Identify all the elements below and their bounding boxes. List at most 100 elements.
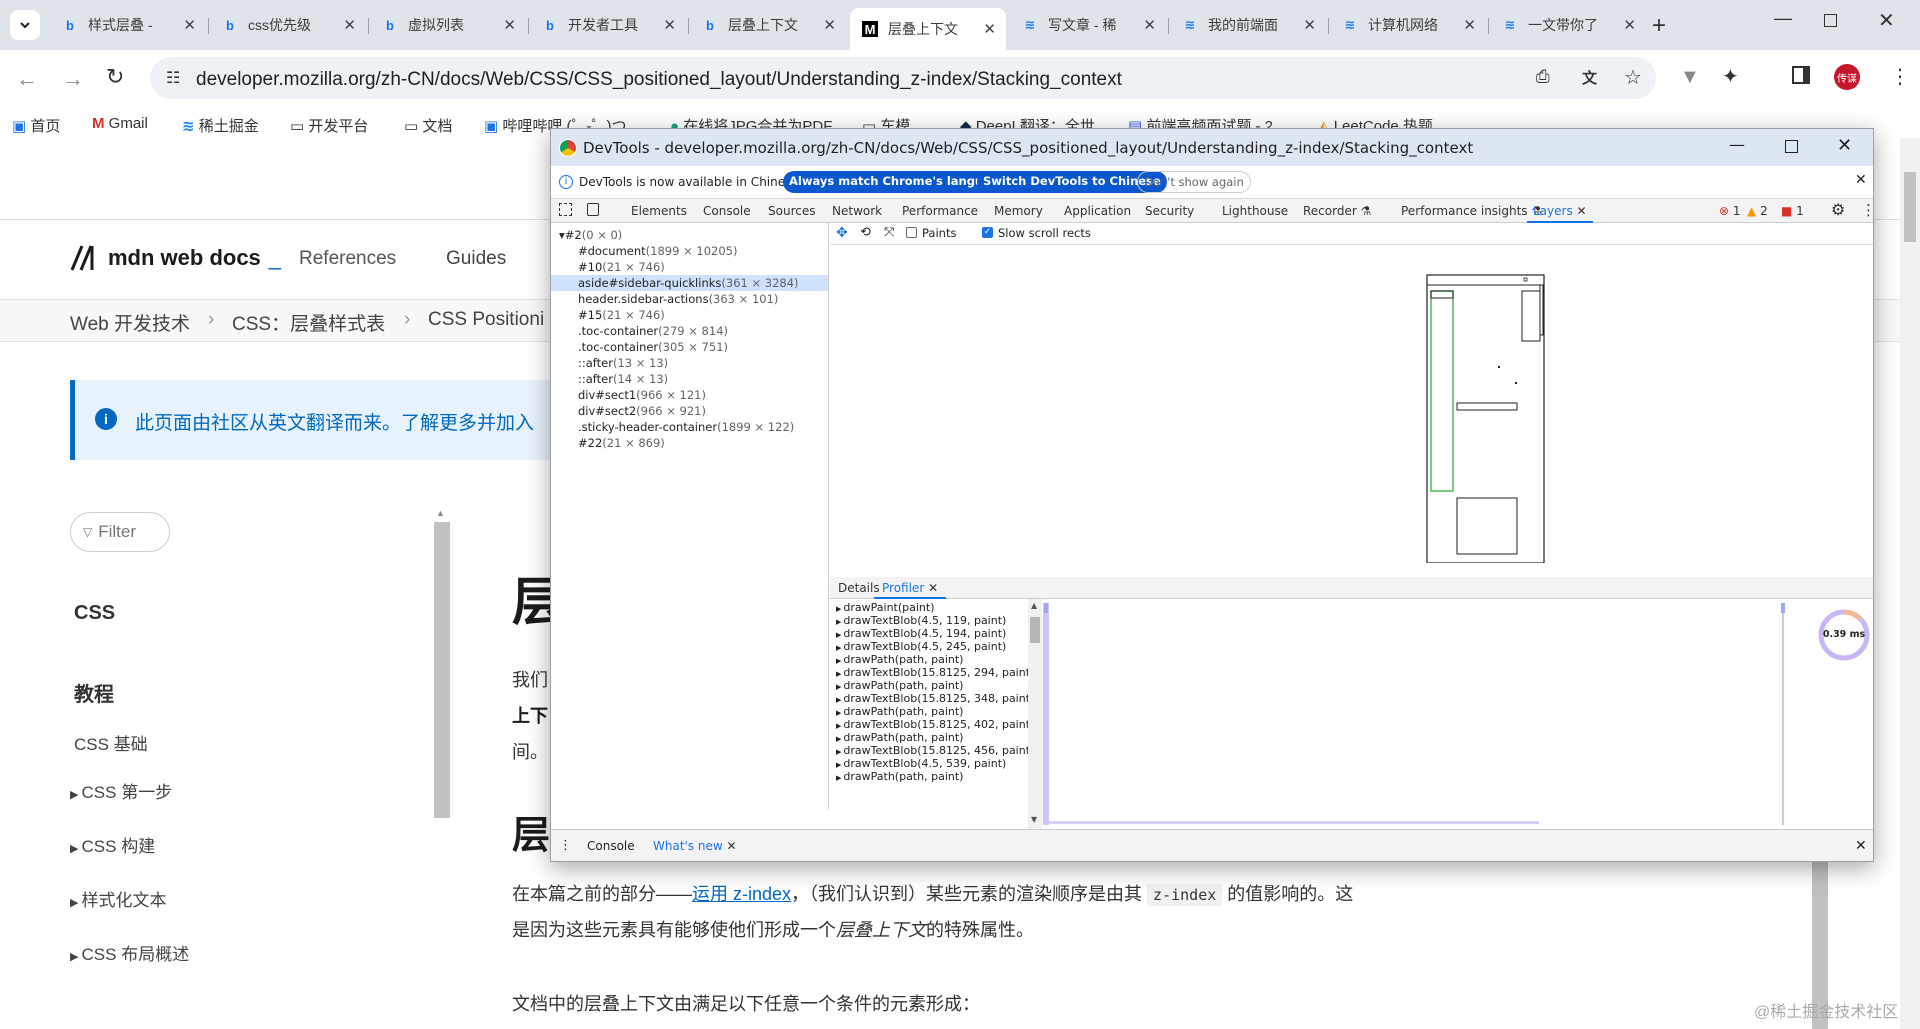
issues-count[interactable]: ■ 1	[1781, 204, 1804, 218]
infobar-close[interactable]: ✕	[1855, 172, 1867, 188]
paint-command-row[interactable]: ▶ drawTextBlob(15.8125, 402, paint)	[836, 718, 1028, 731]
rotate-mode-icon[interactable]: ⟲	[860, 225, 871, 240]
customize-menu-icon[interactable]: ⋮	[1861, 201, 1873, 219]
bookmark-item[interactable]: ▭ 文档	[404, 115, 452, 136]
paint-command-row[interactable]: ▶ drawTextBlob(4.5, 245, paint)	[836, 640, 1006, 653]
bookmark-item[interactable]: M Gmail	[92, 115, 148, 132]
layer-tree-item[interactable]: #15(21 × 746)	[551, 307, 828, 323]
browser-tab[interactable]: b 层叠上下文 ✕	[690, 8, 846, 42]
page-scrollbar[interactable]	[1900, 138, 1920, 1029]
menu-icon[interactable]: ⋮	[1890, 64, 1910, 89]
sidebar-item-building-blocks[interactable]: ▶ CSS 构建	[70, 832, 155, 857]
browser-tab[interactable]: ≋ 写文章 - 稀 ✕	[1010, 8, 1166, 42]
devtools-tab[interactable]: Application	[1064, 204, 1131, 218]
expand-arrow-icon[interactable]: ▶	[836, 631, 841, 639]
devtools-tab[interactable]: Memory	[994, 204, 1043, 218]
drawer-close[interactable]: ✕	[1855, 838, 1867, 854]
settings-gear-icon[interactable]: ⚙	[1831, 200, 1845, 219]
layer-tree-item[interactable]: .sticky-header-container(1899 × 122)	[551, 419, 828, 435]
tab-search-button[interactable]	[10, 10, 40, 40]
layers-3d-canvas[interactable]	[830, 245, 1874, 563]
browser-tab[interactable]: b 开发者工具 ✕	[530, 8, 686, 42]
sidebar-item-layout[interactable]: ▶ CSS 布局概述	[70, 940, 189, 965]
breadcrumb-item[interactable]: CSS：层叠样式表	[232, 309, 385, 336]
vue-devtools-extension-icon[interactable]: ▼	[1680, 66, 1700, 89]
bookmark-item[interactable]: ▭ 开发平台	[290, 115, 368, 136]
layer-tree-item[interactable]: #10(21 × 746)	[551, 259, 828, 275]
device-toolbar-icon[interactable]	[587, 203, 599, 216]
layer-tree-item[interactable]: ::after(13 × 13)	[551, 355, 828, 371]
profiler-log-scrollbar[interactable]: ▲ ▼	[1028, 599, 1042, 829]
devtools-tab[interactable]: Performance insights ⚗	[1401, 204, 1542, 218]
nav-guides[interactable]: Guides	[446, 248, 506, 270]
close-tab-icon[interactable]: ✕	[1463, 16, 1476, 34]
sidebar-section[interactable]: 教程	[74, 678, 114, 707]
expand-arrow-icon[interactable]: ▶	[836, 605, 841, 613]
sidebar-scroll-up[interactable]: ▲	[436, 508, 445, 518]
paint-command-row[interactable]: ▶ drawTextBlob(15.8125, 294, paint)	[836, 666, 1028, 679]
browser-tab[interactable]: ≋ 计算机网络 ✕	[1330, 8, 1486, 42]
drawer-tab-console[interactable]: Console	[587, 839, 635, 853]
browser-tab[interactable]: b 样式层叠 - ✕	[50, 8, 206, 42]
browser-tab[interactable]: M 层叠上下文 ✕	[850, 8, 1006, 50]
close-tab-icon[interactable]: ✕	[1303, 16, 1316, 34]
devtools-close[interactable]: ✕	[1837, 135, 1852, 156]
forward-button[interactable]: →	[62, 66, 84, 92]
layer-tree-item[interactable]: div#sect1(966 × 121)	[551, 387, 828, 403]
new-tab-button[interactable]: +	[1652, 12, 1666, 40]
bookmark-star-icon[interactable]: ☆	[1624, 65, 1642, 90]
page-scrollbar-thumb[interactable]	[1904, 172, 1916, 242]
close-tab-icon[interactable]: ✕	[343, 16, 356, 34]
minimize-button[interactable]: —	[1774, 8, 1792, 29]
close-icon[interactable]: ✕	[928, 581, 938, 595]
close-tab-icon[interactable]: ✕	[1623, 16, 1636, 34]
close-tab-icon[interactable]: ✕	[1143, 16, 1156, 34]
paint-command-row[interactable]: ▶ drawPath(path, paint)	[836, 705, 963, 718]
url-text[interactable]: developer.mozilla.org/zh-CN/docs/Web/CSS…	[196, 69, 1122, 91]
tab-profiler[interactable]: Profiler ✕	[874, 577, 947, 599]
scroll-thumb[interactable]	[1030, 617, 1040, 643]
drawer-tab-whats-new[interactable]: What's new ✕	[647, 830, 743, 861]
profiler-timeline[interactable]	[1043, 599, 1874, 829]
layer-tree-item[interactable]: #22(21 × 869)	[551, 435, 828, 451]
paint-command-row[interactable]: ▶ drawPath(path, paint)	[836, 653, 963, 666]
layer-tree-item[interactable]: header.sidebar-actions(363 × 101)	[551, 291, 828, 307]
mdn-logo[interactable]: mdn web docs _	[70, 244, 281, 272]
inspect-element-icon[interactable]	[559, 203, 572, 216]
paint-command-row[interactable]: ▶ drawPath(path, paint)	[836, 679, 963, 692]
expand-arrow-icon[interactable]: ▶	[836, 774, 841, 782]
reset-transform-icon[interactable]: ⤧	[884, 225, 894, 240]
layer-tree-item[interactable]: div#sect2(966 × 921)	[551, 403, 828, 419]
translate-icon[interactable]: 文	[1582, 67, 1597, 88]
layer-tree-item[interactable]: aside#sidebar-quicklinks(361 × 3284)	[551, 275, 828, 291]
devtools-tab[interactable]: Console	[703, 204, 751, 218]
back-button[interactable]: ←	[16, 66, 38, 92]
layer-tree-item[interactable]: .toc-container(279 × 814)	[551, 323, 828, 339]
paint-command-row[interactable]: ▶ drawTextBlob(4.5, 119, paint)	[836, 614, 1006, 627]
breadcrumb-item[interactable]: Web 开发技术	[70, 309, 190, 336]
expand-arrow-icon[interactable]: ▶	[836, 709, 841, 717]
z-index-link[interactable]: 运用 z-index	[692, 884, 791, 904]
close-tab-icon[interactable]: ✕	[503, 16, 516, 34]
layer-tree-item[interactable]: ▾#2(0 × 0)	[551, 227, 828, 243]
expand-arrow-icon[interactable]: ▶	[836, 722, 841, 730]
devtools-tab[interactable]: Sources	[768, 204, 815, 218]
reload-button[interactable]: ↻	[106, 64, 124, 90]
devtools-minimize[interactable]: —	[1729, 135, 1745, 154]
bookmark-item[interactable]: ≋ 稀土掘金	[182, 115, 259, 136]
devtools-tab[interactable]: Lighthouse	[1222, 204, 1288, 218]
expand-arrow-icon[interactable]: ▶	[836, 657, 841, 665]
sidebar-item-styling-text[interactable]: ▶ 样式化文本	[70, 886, 167, 911]
devtools-tab[interactable]: Recorder ⚗	[1303, 204, 1371, 218]
side-panel-icon[interactable]	[1792, 66, 1810, 84]
error-count[interactable]: ⊗ 1	[1719, 204, 1741, 218]
scroll-down-icon[interactable]: ▼	[1031, 815, 1037, 824]
sidebar-filter[interactable]: ▽ Filter	[70, 512, 170, 552]
restore-button[interactable]	[1824, 14, 1837, 27]
slow-scroll-checkbox[interactable]: ✓	[982, 227, 993, 238]
sidebar-item-css-basics[interactable]: CSS 基础	[74, 730, 148, 755]
paints-checkbox[interactable]	[906, 227, 917, 238]
browser-tab[interactable]: b 虚拟列表 ✕	[370, 8, 526, 42]
expand-arrow-icon[interactable]: ▶	[836, 696, 841, 704]
devtools-tab[interactable]: Elements	[631, 204, 687, 218]
